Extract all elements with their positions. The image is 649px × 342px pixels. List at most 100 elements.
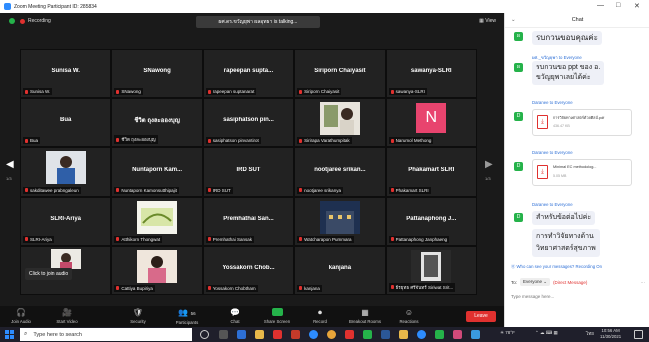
headphones-icon: 🎧 [16, 308, 26, 317]
start-video-button[interactable]: 🎥 Start Video [48, 308, 86, 324]
zoom-taskbar-icon[interactable] [309, 330, 318, 339]
participant-tile[interactable]: rapeepan supta... rapeepan suptanarat [202, 49, 295, 99]
participant-tile[interactable]: Premhathai San... Premhathai Sansak [202, 196, 295, 246]
participant-tile[interactable]: sawanya-SLRI sawanya-SLRI [385, 49, 477, 99]
participant-name: sawanya-SLRI [410, 68, 452, 75]
word-icon[interactable] [381, 330, 390, 339]
participant-name: sasiphatson pin... [223, 117, 274, 124]
participant-tile[interactable]: Phakamart SLRI Phakamart SLRI [385, 147, 477, 197]
participant-label-text: sakditawee prabngaleun [30, 187, 79, 193]
join-audio-tooltip[interactable]: Click to join audio [25, 267, 73, 280]
taskbar-search-box[interactable]: ⌕ Type here to search [20, 328, 192, 341]
edge-icon[interactable] [237, 330, 246, 339]
more-options-icon[interactable]: ··· [641, 280, 646, 285]
participant-label-text: rapeepan suptanarat [212, 89, 255, 95]
cortana-icon[interactable] [200, 330, 209, 339]
powerpoint-icon[interactable] [291, 330, 300, 339]
muted-mic-icon [390, 89, 394, 94]
notifications-icon[interactable] [634, 330, 643, 339]
view-label: View [485, 18, 496, 24]
file-explorer-icon[interactable] [255, 330, 264, 339]
pdf-reader-icon[interactable] [273, 330, 282, 339]
muted-mic-icon [207, 188, 211, 193]
system-tray-icons[interactable]: ⌃ ☁ ⌨ ▦ [535, 330, 558, 336]
windows-start-icon[interactable] [5, 330, 14, 339]
chrome-icon[interactable] [327, 330, 336, 339]
pdf-file-icon: ⤓ [537, 115, 548, 129]
task-view-icon[interactable] [219, 330, 228, 339]
participant-tile[interactable]: nootjaree srikan... nootjaree srikanya [294, 147, 386, 197]
file-attachment[interactable]: ⤓ การวิจัยทางศาสตร์ด้วยศิลป์.pdf 436.47 … [532, 109, 632, 136]
participant-tile[interactable]: Nuntaporn Kam... Nuntaporn Kamonsutthipaj… [111, 147, 203, 197]
recording-indicator[interactable]: Recording [9, 18, 51, 24]
breakout-rooms-button[interactable]: ▦ Breakout Rooms [343, 308, 387, 324]
participant-tile[interactable]: kanjana kanjana [294, 245, 386, 295]
chat-bubble-line: รบกวนขอ ppt ของ อ. [536, 64, 601, 71]
reactions-label: Reactions [399, 319, 419, 324]
app-icon[interactable] [471, 330, 480, 339]
participant-tile[interactable]: N Narumol Methong [385, 98, 477, 148]
participant-tile[interactable]: sasiphatson pin... sasiphatson pinvantiro… [202, 98, 295, 148]
excel-icon[interactable] [435, 330, 444, 339]
participant-tile[interactable]: Yossakorn Chob... Yossakorn Chobtham [202, 245, 295, 295]
who-can-see-notice[interactable]: ⓪ Who can see your messages? Recording O… [511, 264, 602, 270]
participant-video [50, 248, 81, 269]
search-icon: ⌕ [24, 331, 28, 337]
record-button[interactable]: ⏺ Record [307, 308, 333, 324]
file-attachment[interactable]: ⤓ Minimal EC methodolog... 5.05 MB [532, 159, 632, 186]
participant-tile[interactable]: ธีรยุทธ ศรีจันทร์ Siriwat Srit... [385, 245, 477, 295]
next-page-arrow-icon[interactable]: ▶ [485, 159, 493, 170]
participant-label: ชีวิต ถุงละอองบุญ [114, 135, 158, 145]
chat-bubble: รบกวนขอบคุณค่ะ [532, 31, 602, 45]
participants-button[interactable]: 👥 56 Participants [167, 308, 207, 325]
window-titlebar: Zoom Meeting Participant ID: 285834 — □ … [0, 0, 649, 13]
close-button[interactable]: ✕ [634, 2, 640, 10]
participant-tile[interactable]: IRD SUT IRD SUT [202, 147, 295, 197]
muted-mic-icon [299, 286, 303, 291]
page-indicator-right: 1/3 [485, 176, 491, 181]
muted-mic-icon [116, 89, 120, 94]
participant-tile[interactable]: sakditawee prabngaleun [20, 147, 112, 197]
taskbar-clock[interactable]: 10:56 AM 11/30/2021 [600, 328, 621, 340]
view-button[interactable]: ▦ View [479, 18, 496, 24]
zoom-app-icon[interactable] [417, 330, 426, 339]
participant-tile[interactable]: Watcharapon Pummara [294, 196, 386, 246]
chat-messages[interactable]: ผ รบกวนขอบคุณค่ะ ผศ._ขวัญยุพา to Everyon… [505, 29, 649, 265]
participant-tile[interactable]: Bua Bua [20, 98, 112, 148]
folder-icon[interactable] [399, 330, 408, 339]
prev-page-arrow-icon[interactable]: ◀ [6, 159, 14, 170]
meeting-area: Recording ผศ.ดร.ขวัญยุพา ผลอุทธา is talk… [0, 13, 504, 306]
security-label: Security [130, 319, 146, 324]
participant-tile[interactable]: Pattanaphong J... Pattanaphong Janphaeng [385, 196, 477, 246]
line-icon[interactable] [363, 330, 372, 339]
security-button[interactable]: 🛡 Security [122, 308, 154, 324]
participant-label: Nuntaporn Kamonsutthipajit [114, 186, 179, 194]
participant-tile[interactable]: Cattiya Bupiriya [111, 245, 203, 295]
participant-tile[interactable]: SNawong SNawong [111, 49, 203, 99]
chevron-down-icon[interactable]: ⌄ [511, 13, 516, 28]
input-language[interactable]: ไทย [586, 330, 594, 337]
participant-tile[interactable]: Siriporn Chaiyasit Siriporn Chaiyasit [294, 49, 386, 99]
chat-button[interactable]: 💬 Chat [223, 308, 247, 324]
join-audio-button[interactable]: 🎧 Join Audio [4, 308, 38, 324]
clock-time: 10:56 AM [601, 328, 620, 333]
maximize-button[interactable]: □ [616, 2, 620, 9]
participant-tile[interactable]: Click to join audio [20, 245, 112, 295]
app-icon[interactable] [345, 330, 354, 339]
participant-label-text: SLRI-Ariya [30, 236, 52, 242]
leave-button[interactable]: Leave [466, 311, 496, 322]
participant-tile[interactable]: Sunisa W. Sunisa W. [20, 49, 112, 99]
chat-message-input[interactable] [511, 290, 644, 302]
participant-label: Watcharapon Pummara [297, 235, 354, 243]
app-icon[interactable] [453, 330, 462, 339]
recipient-select[interactable]: Everyone ⌄ [520, 278, 551, 286]
reactions-button[interactable]: ☺ Reactions [392, 308, 426, 324]
share-screen-button[interactable]: Share Screen [258, 308, 296, 324]
weather-widget[interactable]: ☀ 78°F [500, 330, 515, 336]
minimize-button[interactable]: — [597, 2, 604, 9]
participant-tile[interactable]: SLRI-Ariya SLRI-Ariya [20, 196, 112, 246]
participant-tile[interactable]: Sirirapa Varathumpitak [294, 98, 386, 148]
participant-tile[interactable]: ชีวิต ถุงละอองบุญ ชีวิต ถุงละอองบุญ [111, 98, 203, 148]
participant-tile[interactable]: Atthikorn Thongwat [111, 196, 203, 246]
participant-label-text: sawanya-SLRI [395, 89, 425, 95]
